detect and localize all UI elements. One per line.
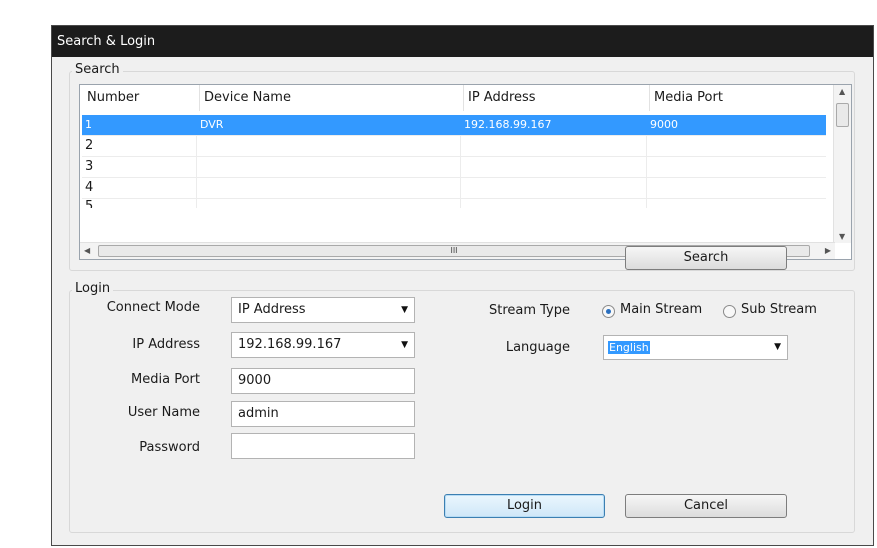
password-field[interactable] [231, 433, 415, 459]
cell-device-name [197, 136, 461, 156]
cell-media-port: 9000 [650, 118, 678, 131]
connect-mode-label: Connect Mode [106, 300, 200, 315]
table-row[interactable]: 5 [82, 199, 826, 208]
ip-address-value: 192.168.99.167 [238, 337, 342, 352]
cell-device-name: DVR [197, 115, 461, 135]
device-list-header: Number Device Name IP Address Media Port [80, 85, 828, 111]
chevron-down-icon[interactable]: ▼ [401, 298, 408, 322]
login-button[interactable]: Login [444, 494, 605, 518]
cell-ip-address [461, 136, 647, 156]
cell-device-name [197, 178, 461, 198]
search-group-label: Search [72, 62, 123, 78]
media-port-label: Media Port [131, 372, 200, 387]
chevron-down-icon[interactable]: ▼ [401, 333, 408, 357]
stream-type-label: Stream Type [488, 303, 570, 318]
language-value: English [608, 341, 650, 354]
column-header-media-port[interactable]: Media Port [650, 85, 828, 111]
scroll-left-icon[interactable]: ◀ [84, 246, 90, 255]
cell-number: 5 [82, 199, 197, 208]
language-label: Language [505, 340, 570, 355]
media-port-field[interactable]: 9000 [231, 368, 415, 394]
chevron-down-icon[interactable]: ▼ [774, 336, 781, 359]
cancel-button[interactable]: Cancel [625, 494, 787, 518]
table-row[interactable]: 4 [82, 178, 826, 199]
cell-media-port [647, 178, 826, 198]
cell-number: 4 [82, 178, 197, 198]
column-header-device-name[interactable]: Device Name [200, 85, 464, 111]
user-name-field[interactable]: admin [231, 401, 415, 427]
sub-stream-label[interactable]: Sub Stream [741, 300, 817, 320]
cell-number: 2 [82, 136, 197, 156]
dialog-title: Search & Login [52, 26, 873, 57]
cell-ip-address: 192.168.99.167 [461, 115, 647, 135]
ip-address-label: IP Address [132, 337, 200, 352]
cell-ip-address [461, 178, 647, 198]
main-stream-label[interactable]: Main Stream [620, 300, 702, 320]
scroll-up-icon[interactable]: ▲ [839, 87, 845, 96]
vertical-scrollbar[interactable]: ▲ ▼ [833, 85, 851, 243]
cell-media-port [647, 199, 826, 208]
table-row[interactable]: 1 DVR 192.168.99.167 9000 [82, 115, 826, 136]
scroll-down-icon[interactable]: ▼ [839, 232, 845, 241]
cell-media-port [647, 136, 826, 156]
cell-number: 3 [82, 157, 197, 177]
column-header-number[interactable]: Number [83, 85, 200, 111]
cell-device-name [197, 157, 461, 177]
cell-ip-address [461, 199, 647, 208]
table-row[interactable]: 2 [82, 136, 826, 157]
main-stream-radio[interactable] [602, 305, 615, 318]
connect-mode-select[interactable]: IP Address ▼ [231, 297, 415, 323]
password-label: Password [139, 440, 200, 455]
scroll-right-icon[interactable]: ▶ [825, 246, 831, 255]
sub-stream-radio[interactable] [723, 305, 736, 318]
search-login-dialog: Search & Login Search Number Device Name… [51, 25, 874, 546]
login-group-label: Login [72, 281, 114, 297]
vertical-scroll-thumb[interactable] [836, 103, 849, 127]
connect-mode-value: IP Address [238, 302, 306, 317]
cell-ip-address [461, 157, 647, 177]
cell-device-name [197, 199, 461, 208]
table-row[interactable]: 3 [82, 157, 826, 178]
column-header-ip-address[interactable]: IP Address [464, 85, 650, 111]
search-button[interactable]: Search [625, 246, 787, 270]
cell-media-port [647, 157, 826, 177]
ip-address-select[interactable]: 192.168.99.167 ▼ [231, 332, 415, 358]
device-list[interactable]: Number Device Name IP Address Media Port… [79, 84, 852, 260]
user-name-label: User Name [127, 405, 200, 420]
cell-number: 1 [82, 115, 197, 135]
language-select[interactable]: English ▼ [603, 335, 788, 360]
